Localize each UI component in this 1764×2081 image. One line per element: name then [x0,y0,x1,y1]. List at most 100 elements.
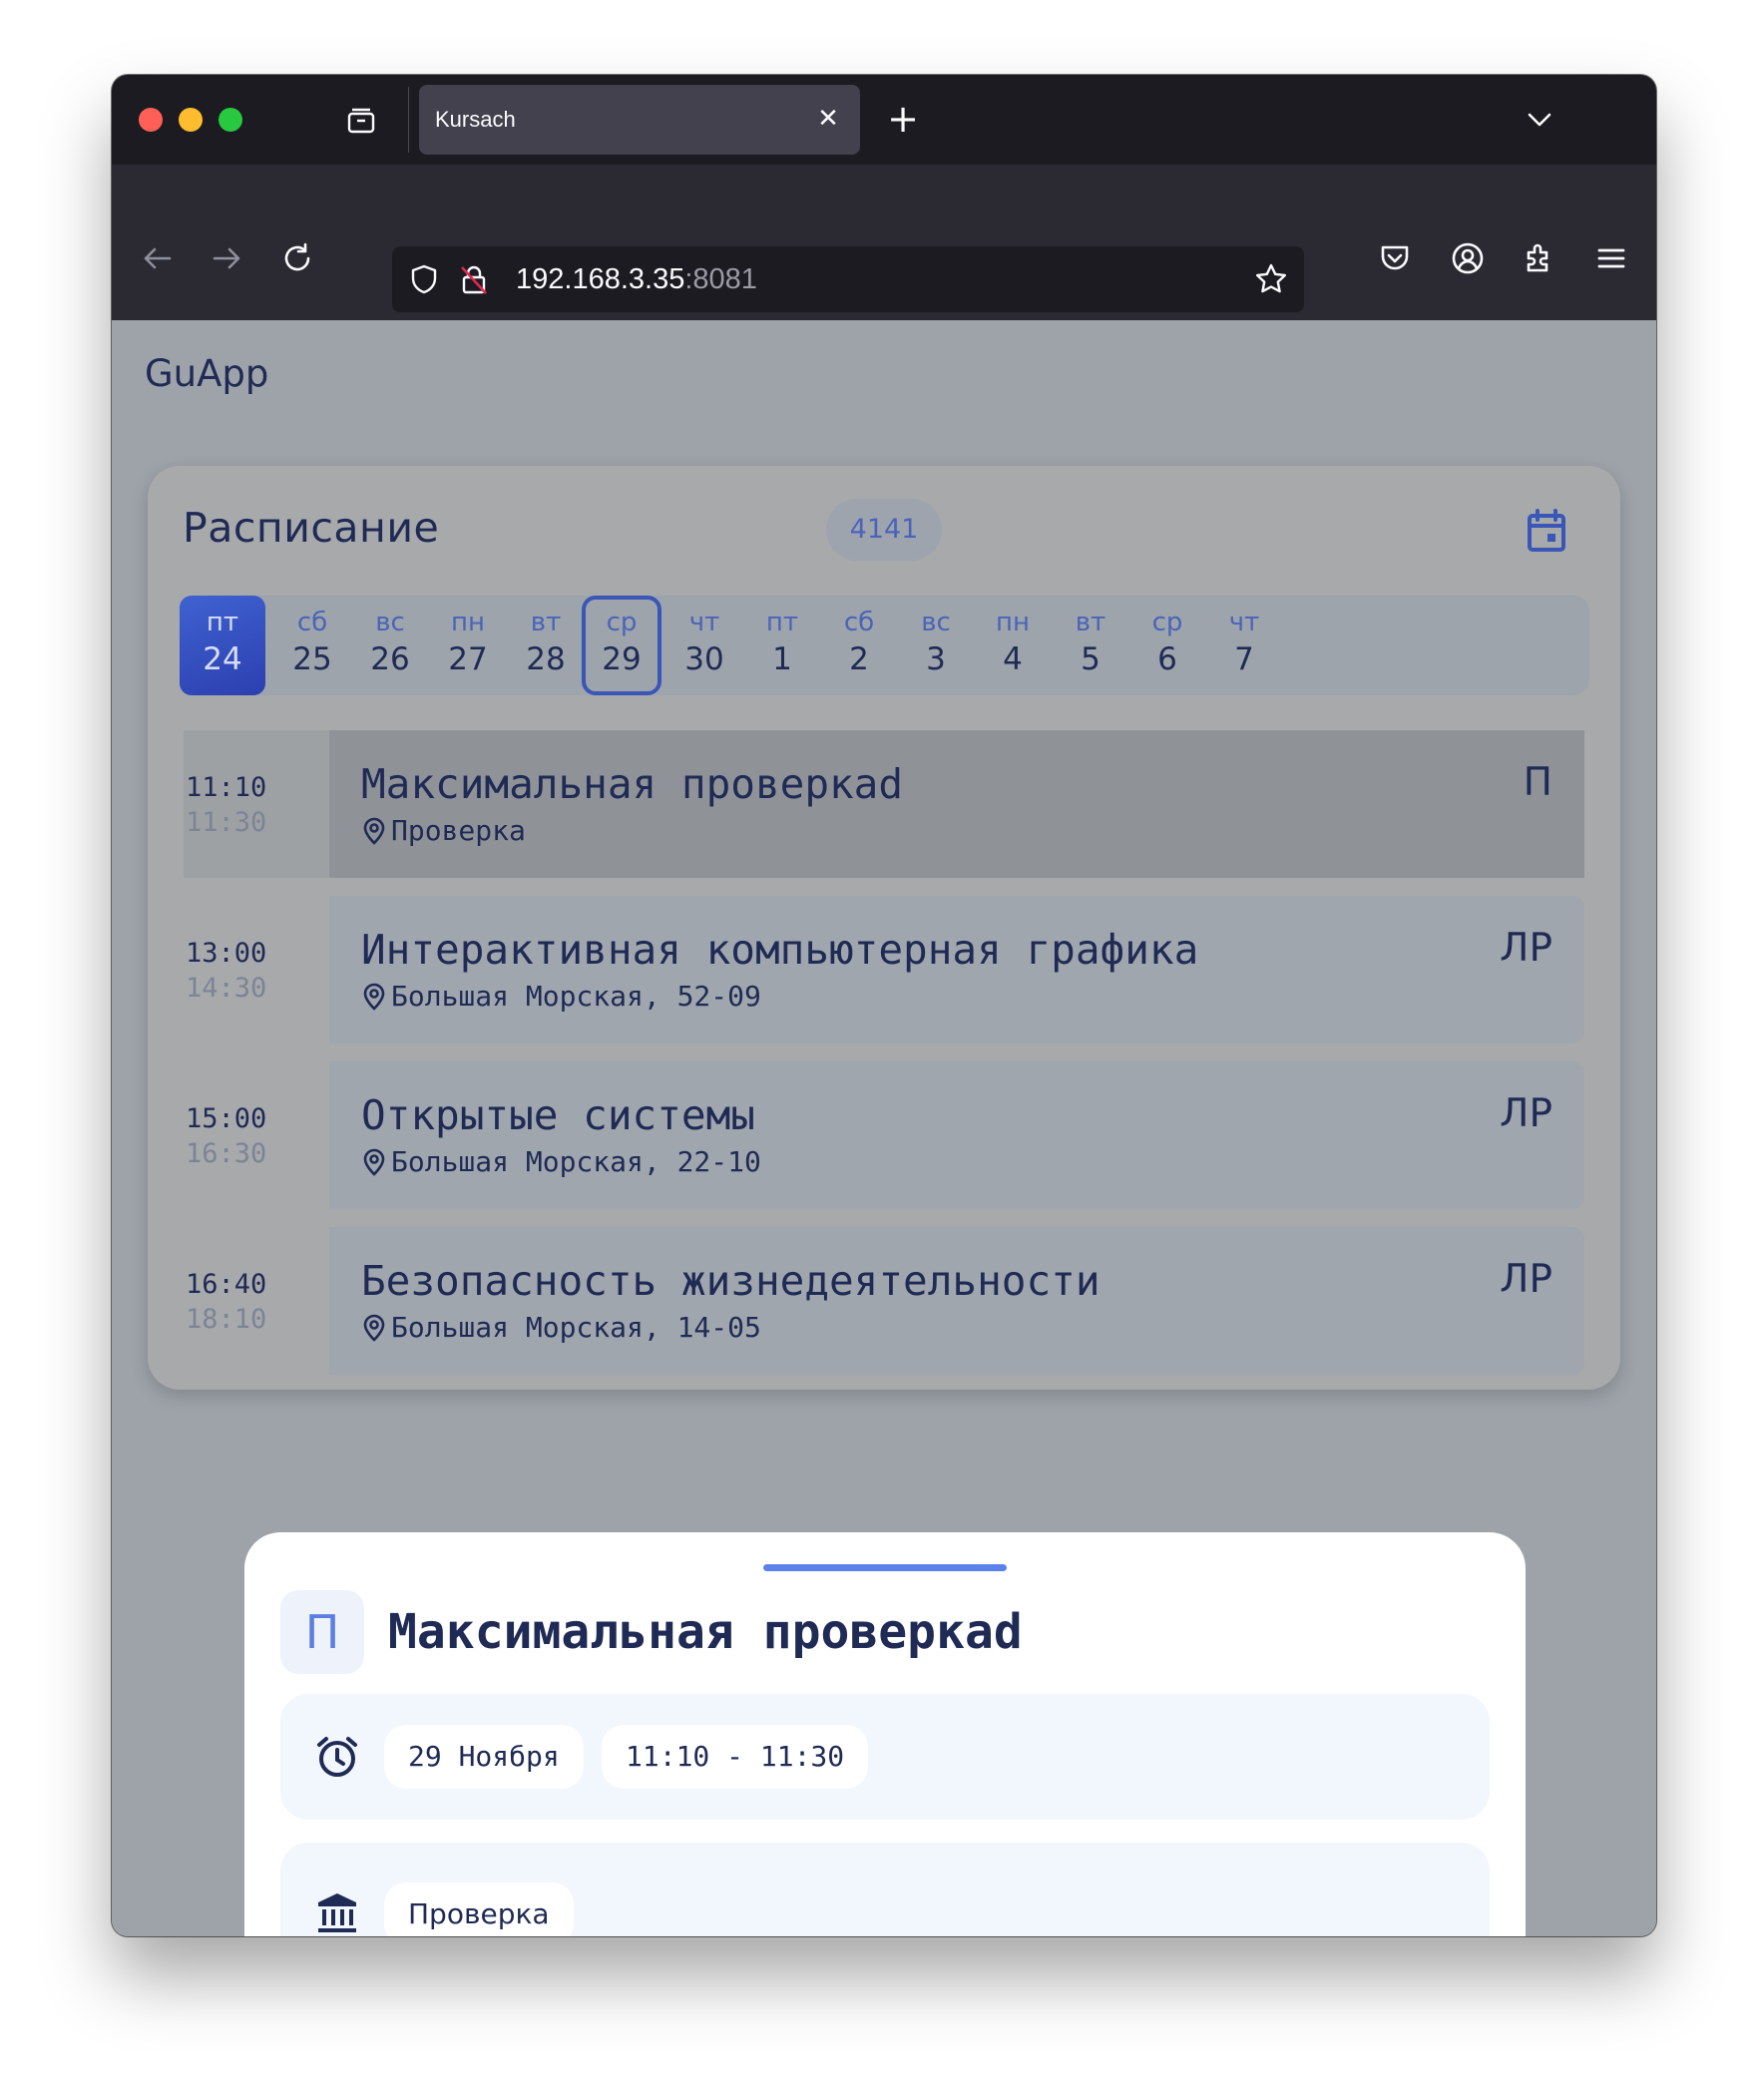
chevron-down-icon[interactable] [1523,103,1556,137]
pocket-icon[interactable] [1377,240,1413,276]
group-chip[interactable]: 4141 [826,499,942,561]
time-pill: 11:10 - 11:30 [602,1725,869,1789]
app-title: GuApp [145,352,269,395]
day-weekday: пн [451,608,485,637]
lesson-end-time: 14:30 [186,973,267,1004]
lesson-times: 13:00 14:30 [184,896,329,1043]
lesson-type-badge: П [280,1590,364,1674]
lesson-type: ЛР [1500,1091,1552,1136]
day-item[interactable]: пн 4 [970,596,1056,695]
lesson-location-text: Большая Морская, 22-10 [391,1145,761,1178]
navigation-bar: 192.168.3.35:8081 [112,165,1656,320]
lesson-location: Проверка [361,814,526,847]
tab-separator [408,87,409,153]
time-row: 29 Ноября 11:10 - 11:30 [280,1694,1490,1820]
minimize-window-button[interactable] [179,108,203,132]
day-item[interactable]: чт 7 [1201,596,1287,695]
place-pill: Проверка [384,1882,574,1936]
day-item[interactable]: пт 1 [739,596,825,695]
sheet-drag-handle[interactable] [763,1564,1007,1571]
institution-icon [314,1890,360,1936]
day-number: 1 [772,641,792,677]
browser-window: Kursach ✕ + 192.168.3.35:8081 GuApp Расп… [112,75,1656,1936]
day-number: 24 [203,641,242,677]
day-number: 30 [684,641,724,677]
day-item[interactable]: вт 28 [503,596,589,695]
lesson-start-time: 11:10 [186,772,267,803]
forward-arrow-icon[interactable] [209,240,244,276]
tab-strip: Kursach ✕ + [112,75,1656,165]
day-item[interactable]: ср 29 [582,596,662,695]
url-text[interactable]: 192.168.3.35:8081 [516,263,757,296]
insecure-lock-icon[interactable] [458,263,490,295]
place-row: Проверка [280,1843,1490,1936]
day-number: 27 [448,641,488,677]
maximize-window-button[interactable] [219,108,242,132]
lesson-card[interactable]: Интерактивная компьютерная графика Больша… [329,896,1584,1043]
day-weekday: ср [606,608,638,637]
account-icon[interactable] [1450,240,1486,276]
tab-kursach[interactable]: Kursach ✕ [419,85,860,155]
day-number: 2 [849,641,869,677]
bookmark-star-icon[interactable] [1254,262,1288,296]
lesson-row[interactable]: 13:00 14:30 Интерактивная компьютерная гра… [184,896,1584,1043]
lesson-times: 15:00 16:30 [184,1061,329,1209]
url-host: 192.168.3.35 [516,263,685,295]
close-window-button[interactable] [139,108,163,132]
location-pin-icon [363,983,385,1011]
day-strip: пт 24 сб 25 вс 26 пн 27 вт 28 ср 29 чт 30 пт 1 сб 2 вс 3 пн 4… [180,596,1589,695]
day-weekday: сб [296,608,328,637]
lesson-card[interactable]: Безопасность жизнедеятельности Большая Мо… [329,1227,1584,1375]
menu-icon[interactable] [1593,240,1629,276]
day-item[interactable]: пт 24 [180,596,265,695]
lesson-row[interactable]: 16:40 18:10 Безопасность жизнедеятельности… [184,1227,1584,1375]
day-item[interactable]: вс 26 [347,596,433,695]
alarm-clock-icon [314,1734,360,1780]
day-number: 4 [1003,641,1023,677]
tab-close-icon[interactable]: ✕ [814,105,842,133]
day-item[interactable]: сб 25 [269,596,355,695]
lesson-card[interactable]: Открытые системы Большая Морская, 22-10 ЛР [329,1061,1584,1209]
lesson-type: ЛР [1500,926,1552,971]
day-weekday: вт [1075,608,1106,637]
day-weekday: пт [765,608,799,637]
shield-icon[interactable] [408,263,440,295]
day-item[interactable]: вс 3 [893,596,979,695]
tab-title: Kursach [435,107,516,132]
day-number: 26 [370,641,410,677]
lesson-name: Максимальная проверкаd [361,760,904,808]
address-bar[interactable]: 192.168.3.35:8081 [392,246,1304,312]
reload-icon[interactable] [279,240,315,276]
day-item[interactable]: чт 30 [662,596,747,695]
day-weekday: вс [921,608,951,637]
day-number: 6 [1157,641,1177,677]
lesson-row[interactable]: 11:10 11:30 Максимальная проверкаd Проверка… [184,730,1584,878]
day-weekday: ср [1151,608,1183,637]
lesson-card[interactable]: Максимальная проверкаd Проверка П [329,730,1584,878]
day-item[interactable]: сб 2 [816,596,902,695]
lesson-type: П [1523,760,1552,805]
day-item[interactable]: вт 5 [1048,596,1133,695]
day-weekday: пн [996,608,1030,637]
lesson-start-time: 13:00 [186,938,267,969]
location-pin-icon [363,1148,385,1176]
lesson-row[interactable]: 15:00 16:30 Открытые системы Большая Морска… [184,1061,1584,1209]
day-item[interactable]: пн 27 [425,596,511,695]
lesson-start-time: 16:40 [186,1269,267,1300]
new-tab-button[interactable]: + [883,99,923,139]
day-weekday: чт [1228,608,1260,637]
day-item[interactable]: ср 6 [1124,596,1210,695]
back-arrow-icon[interactable] [140,240,176,276]
day-weekday: вт [530,608,562,637]
schedule-card: Расписание 4141 пт 24 сб 25 вс 26 пн 27 вт 28 ср 29… [148,466,1620,1390]
extensions-icon[interactable] [1522,240,1557,276]
lesson-name: Безопасность жизнедеятельности [361,1257,1101,1305]
tab-groups-icon[interactable] [346,105,376,135]
lesson-location-text: Проверка [391,814,526,847]
lesson-start-time: 15:00 [186,1103,267,1134]
sheet-title: Максимальная проверкаd [388,1604,1023,1660]
calendar-icon[interactable] [1522,506,1571,556]
lesson-times: 11:10 11:30 [184,730,329,878]
schedule-title: Расписание [183,504,440,552]
lesson-end-time: 11:30 [186,807,267,838]
